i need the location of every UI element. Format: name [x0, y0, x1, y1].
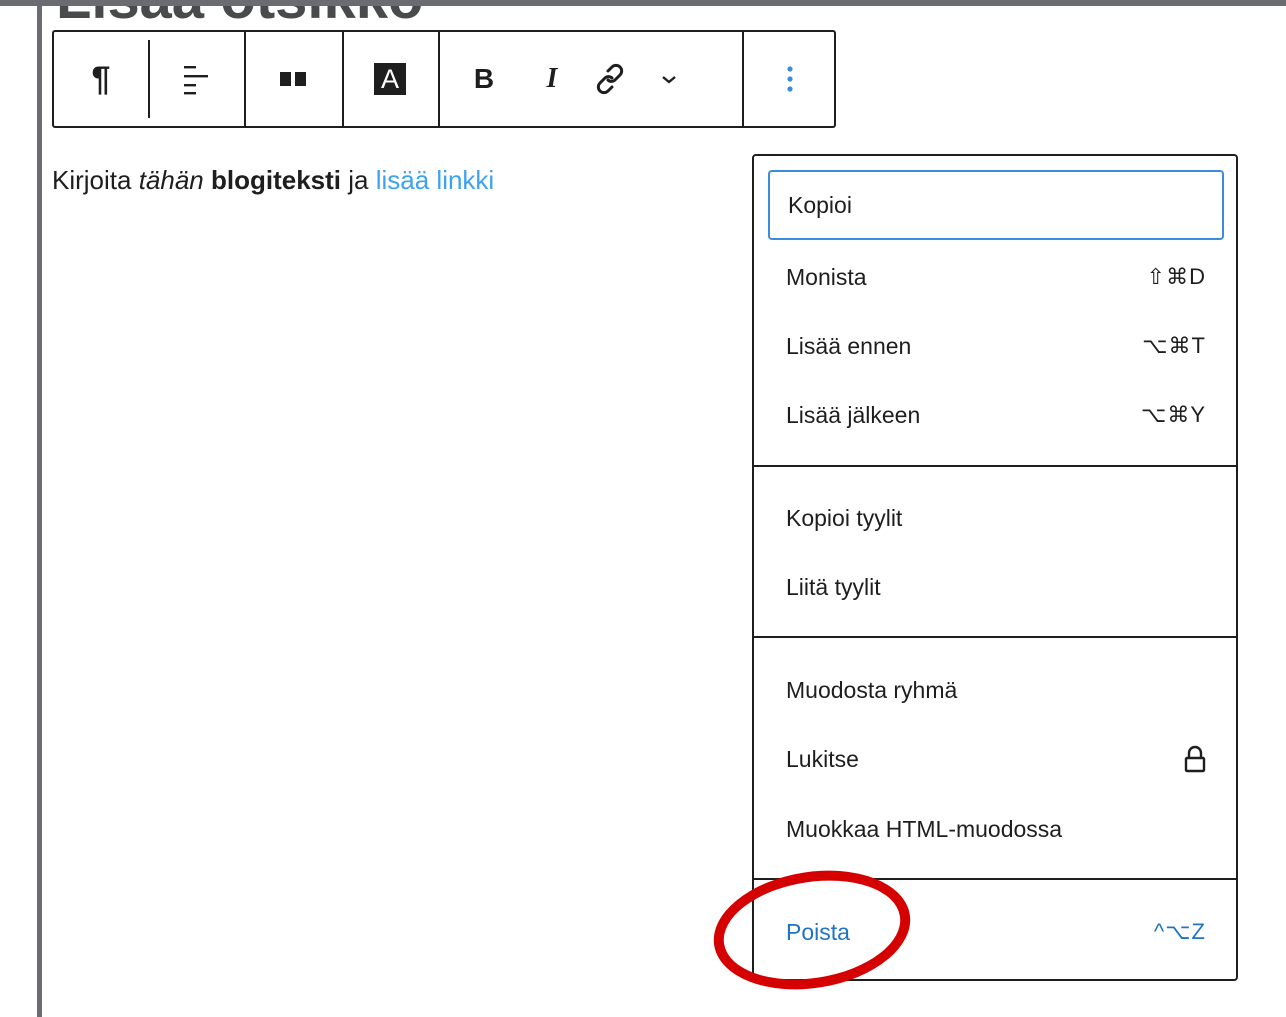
menu-item-insert-after[interactable]: Lisää jälkeen ⌥⌘Y [768, 380, 1224, 450]
link-icon [596, 63, 624, 95]
menu-item-label: Kopioi tyylit [786, 504, 903, 531]
menu-item-label: Muodosta ryhmä [786, 676, 958, 703]
paragraph-text: ja [341, 165, 376, 195]
menu-item-shortcut: ⇧⌘D [1146, 264, 1206, 289]
menu-item-label: Liitä tyylit [786, 573, 881, 600]
chevron-down-icon [662, 76, 676, 84]
link-button[interactable] [574, 32, 646, 126]
window-frame-top [0, 0, 1286, 6]
inline-link[interactable]: lisää linkki [376, 165, 495, 195]
paragraph-text [204, 165, 211, 195]
menu-item-insert-before[interactable]: Lisää ennen ⌥⌘T [768, 311, 1224, 381]
menu-item-label: Monista [786, 263, 867, 290]
block-options-menu: Kopioi Monista ⇧⌘D Lisää ennen ⌥⌘T Lisää… [752, 154, 1238, 981]
align-icon [184, 66, 208, 95]
kebab-icon [787, 66, 793, 92]
text-color-icon: A [374, 63, 406, 95]
bold-button[interactable]: B [438, 32, 530, 126]
text-color-button[interactable]: A [342, 32, 438, 126]
more-formats-button[interactable] [646, 32, 692, 126]
columns-icon [280, 72, 306, 86]
menu-item-edit-html[interactable]: Muokkaa HTML-muodossa [768, 794, 1224, 864]
menu-item-paste-styles[interactable]: Liitä tyylit [768, 552, 1224, 622]
lock-icon [1184, 745, 1206, 773]
menu-divider [754, 878, 1236, 880]
menu-item-label: Lisää jälkeen [786, 401, 921, 428]
block-toolbar: ¶ A B I [52, 30, 836, 128]
menu-item-copy-styles[interactable]: Kopioi tyylit [768, 483, 1224, 553]
menu-divider [754, 636, 1236, 638]
italic-button[interactable]: I [530, 32, 574, 126]
paragraph-text: Kirjoita [52, 165, 139, 195]
menu-divider [754, 465, 1236, 467]
menu-item-lock[interactable]: Lukitse [768, 724, 1224, 794]
bold-text: blogiteksti [211, 165, 342, 195]
paragraph-block[interactable]: Kirjoita tähän blogiteksti ja lisää link… [52, 165, 494, 196]
menu-item-label: Lisää ennen [786, 332, 912, 359]
paragraph-block-button[interactable]: ¶ [54, 32, 148, 126]
menu-item-shortcut: ⌥⌘T [1142, 333, 1206, 358]
columns-button[interactable] [244, 32, 342, 126]
block-options-button[interactable] [744, 32, 836, 126]
window-frame-left [37, 0, 42, 1017]
menu-item-label: Muokkaa HTML-muodossa [786, 815, 1063, 842]
menu-item-label: Kopioi [788, 191, 852, 218]
menu-item-duplicate[interactable]: Monista ⇧⌘D [768, 242, 1224, 312]
bold-icon: B [473, 63, 495, 94]
align-button[interactable] [148, 32, 244, 126]
menu-item-delete[interactable]: Poista ^⌥Z [768, 897, 1224, 967]
menu-item-copy[interactable]: Kopioi [768, 170, 1224, 240]
menu-item-group[interactable]: Muodosta ryhmä [768, 655, 1224, 725]
menu-item-label: Lukitse [786, 745, 859, 772]
pilcrow-icon: ¶ [91, 60, 111, 98]
menu-item-shortcut: ^⌥Z [1153, 919, 1206, 944]
menu-item-label: Poista [786, 918, 850, 945]
italic-icon: I [546, 63, 558, 94]
italic-text: tähän [138, 165, 204, 195]
menu-item-shortcut: ⌥⌘Y [1140, 402, 1206, 427]
